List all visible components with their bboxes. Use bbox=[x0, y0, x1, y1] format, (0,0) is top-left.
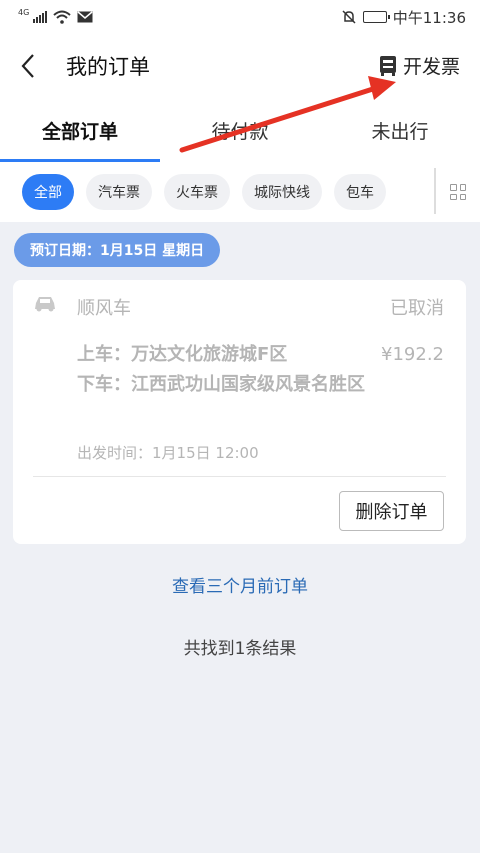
booking-date-pill: 预订日期：1月15日 星期日 bbox=[14, 233, 221, 267]
tab-not-traveled[interactable]: 未出行 bbox=[320, 98, 480, 162]
order-card[interactable]: 顺风车 已取消 上车：万达文化旅游城F区 下车：江西武功山国家级风景名胜区 ¥1… bbox=[13, 280, 466, 544]
grid-icon[interactable] bbox=[450, 184, 466, 200]
page-title: 我的订单 bbox=[66, 55, 150, 79]
clock-time: 中午11:36 bbox=[392, 8, 466, 27]
filter-chip-train[interactable]: 火车票 bbox=[164, 174, 230, 210]
order-status: 已取消 bbox=[390, 298, 444, 319]
invoice-button[interactable]: 开发票 bbox=[379, 52, 460, 79]
result-count: 共找到1条结果 bbox=[183, 639, 297, 659]
mute-icon bbox=[342, 10, 356, 24]
service-name: 顺风车 bbox=[77, 298, 131, 319]
pickup-location: 上车：万达文化旅游城F区 bbox=[77, 344, 288, 365]
mail-icon bbox=[77, 11, 93, 23]
order-tabs: 全部订单 待付款 未出行 bbox=[0, 98, 480, 162]
card-divider bbox=[33, 476, 446, 477]
invoice-label: 开发票 bbox=[402, 56, 460, 78]
filter-chip-intercity[interactable]: 城际快线 bbox=[242, 174, 322, 210]
status-left: 4G bbox=[18, 7, 93, 24]
filter-bar: 全部 汽车票 火车票 城际快线 包车 bbox=[0, 162, 480, 222]
wifi-icon bbox=[53, 10, 71, 24]
dropoff-location: 下车：江西武功山国家级风景名胜区 bbox=[77, 374, 365, 395]
view-older-orders-link[interactable]: 查看三个月前订单 bbox=[0, 572, 480, 597]
battery-icon bbox=[362, 11, 390, 23]
order-price: ¥192.2 bbox=[381, 344, 444, 365]
filter-chip-charter[interactable]: 包车 bbox=[334, 174, 386, 210]
filter-chip-bus[interactable]: 汽车票 bbox=[86, 174, 152, 210]
filter-chip-all[interactable]: 全部 bbox=[22, 174, 74, 210]
car-icon bbox=[35, 297, 55, 312]
network-type-label: 4G bbox=[18, 7, 30, 17]
status-bar: 4G 中午11:36 bbox=[0, 0, 480, 34]
signal-icon bbox=[33, 11, 48, 23]
route-info: 上车：万达文化旅游城F区 下车：江西武功山国家级风景名胜区 bbox=[77, 340, 367, 400]
invoice-icon bbox=[379, 55, 396, 76]
chevron-left-icon bbox=[21, 54, 34, 78]
back-button[interactable] bbox=[0, 34, 56, 98]
departure-time: 出发时间：1月15日 12:00 bbox=[77, 444, 259, 462]
tab-all-orders[interactable]: 全部订单 bbox=[0, 98, 160, 162]
filter-divider bbox=[434, 168, 436, 214]
status-right: 中午11:36 bbox=[341, 7, 466, 28]
tab-pending-payment[interactable]: 待付款 bbox=[160, 98, 320, 162]
header: 我的订单 开发票 bbox=[0, 34, 480, 98]
delete-order-button[interactable]: 删除订单 bbox=[339, 491, 444, 531]
